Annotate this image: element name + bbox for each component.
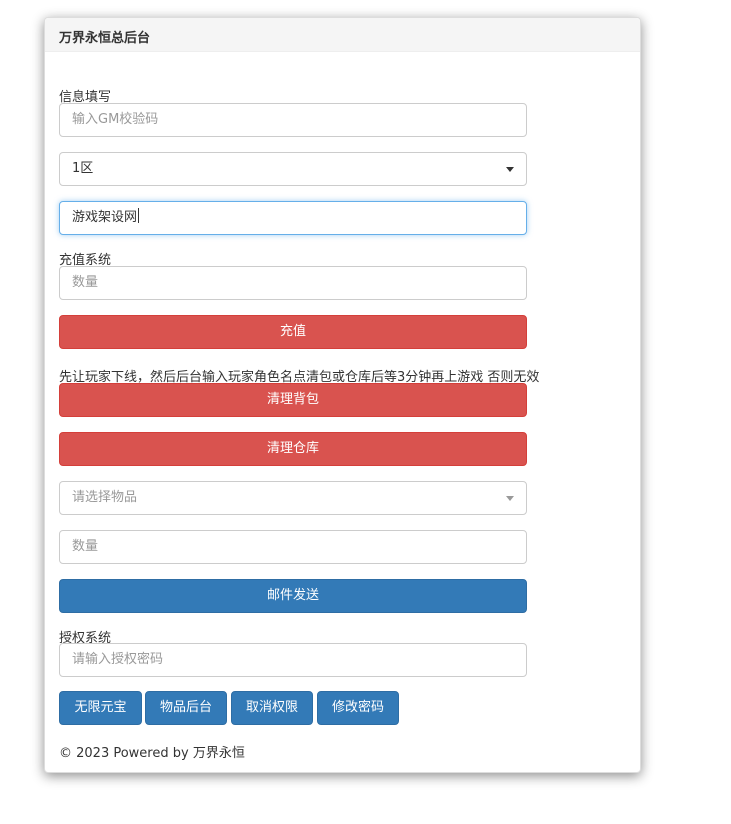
mail-send-button[interactable]: 邮件发送: [59, 579, 527, 613]
admin-panel: 万界永恒总后台 信息填写 输入GM校验码 1区 游戏架设网 充值系统 数量 充值…: [44, 17, 641, 773]
auth-password-input[interactable]: 请输入授权密码: [59, 643, 527, 677]
recharge-amount-input[interactable]: 数量: [59, 266, 527, 300]
clear-warehouse-button[interactable]: 清理仓库: [59, 432, 527, 466]
role-name-value: 游戏架设网: [72, 210, 138, 225]
chevron-down-icon: [506, 167, 514, 172]
role-name-input[interactable]: 游戏架设网: [59, 201, 527, 235]
server-select-value: 1区: [72, 161, 94, 176]
item-select[interactable]: 请选择物品: [59, 481, 527, 515]
footer-copyright: © 2023 Powered by 万界永恒: [59, 746, 245, 761]
chevron-down-icon: [506, 496, 514, 501]
item-backend-button[interactable]: 物品后台: [145, 691, 227, 725]
recharge-button[interactable]: 充值: [59, 315, 527, 349]
server-select[interactable]: 1区: [59, 152, 527, 186]
revoke-permission-button[interactable]: 取消权限: [231, 691, 313, 725]
panel-title: 万界永恒总后台: [45, 18, 640, 52]
text-cursor: [138, 208, 140, 223]
unlimited-yuanbao-button[interactable]: 无限元宝: [59, 691, 142, 725]
mail-qty-input[interactable]: 数量: [59, 530, 527, 564]
gm-code-input[interactable]: 输入GM校验码: [59, 103, 527, 137]
clear-bag-button[interactable]: 清理背包: [59, 383, 527, 417]
change-password-button[interactable]: 修改密码: [317, 691, 399, 725]
item-select-placeholder: 请选择物品: [72, 490, 138, 505]
